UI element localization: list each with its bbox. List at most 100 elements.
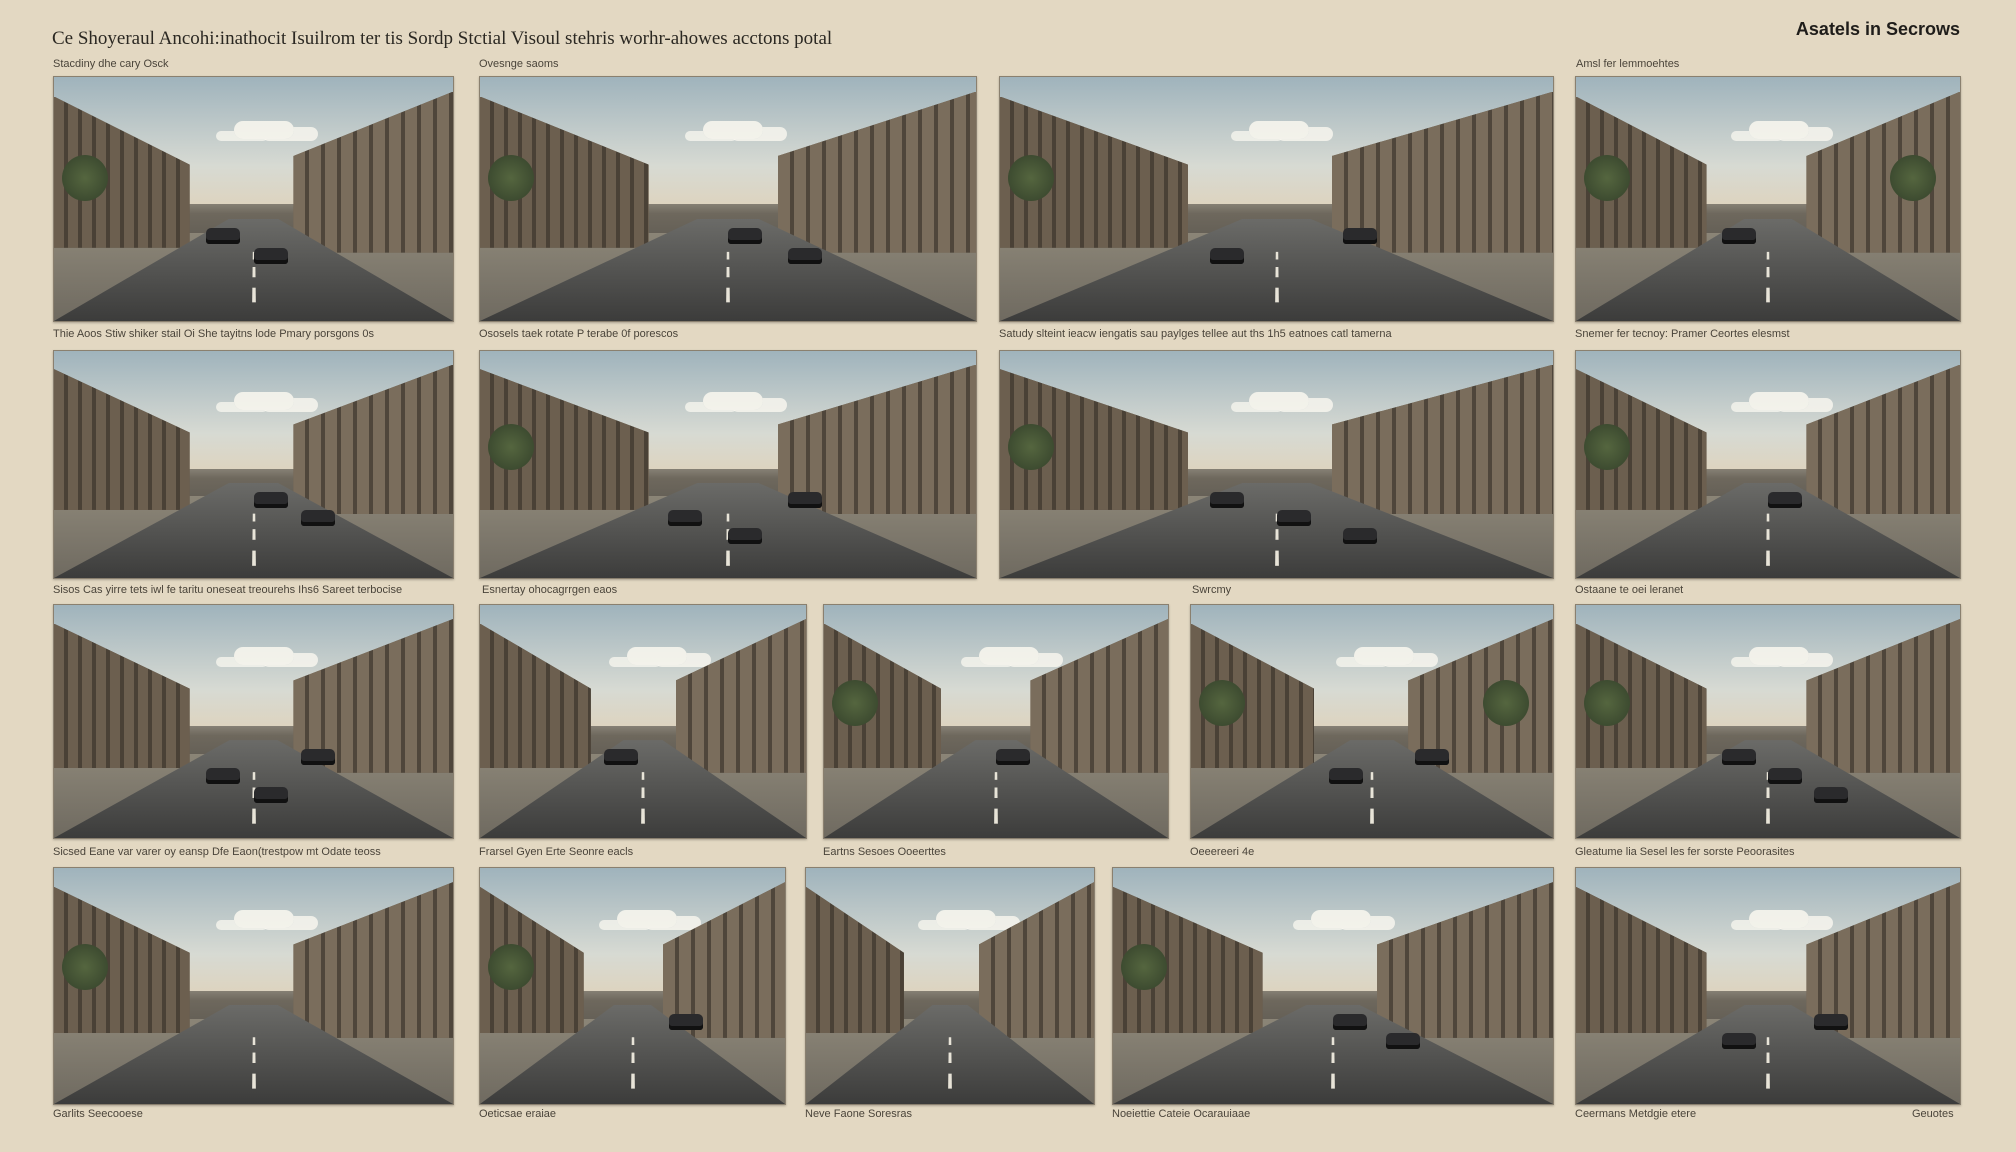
cloud <box>1748 120 1809 139</box>
street-photo-r4c4[interactable] <box>1112 867 1554 1105</box>
car <box>1343 528 1377 544</box>
street-photo-r4c5[interactable] <box>1575 867 1961 1105</box>
car <box>301 510 335 526</box>
tree <box>1483 680 1529 726</box>
car <box>1814 1014 1848 1030</box>
caption-r2c2: Esnertay ohocagrrgen eaos <box>482 584 618 596</box>
brand-label: Asatels in Secrows <box>1795 19 1960 39</box>
car <box>206 768 240 784</box>
street-photo-r1c1[interactable] <box>53 76 454 322</box>
caption-r3c5: Gleatume lia Sesel les fer sorste Peoora… <box>1575 846 1795 858</box>
car <box>1333 1014 1367 1030</box>
car <box>728 528 762 544</box>
tree <box>1121 944 1167 990</box>
street-photo-r1c2[interactable] <box>479 76 977 322</box>
cloud <box>703 120 764 139</box>
car <box>254 492 288 508</box>
car <box>1329 768 1363 784</box>
caption-r1c2-top: Ovesnge saoms <box>479 58 559 70</box>
car <box>788 492 822 508</box>
tree <box>62 155 108 201</box>
cloud <box>233 391 294 410</box>
caption-r3c1: Sicsed Eane var varer oy eansp Dfe Eaon(… <box>53 846 381 858</box>
tree <box>488 155 534 201</box>
car <box>1386 1033 1420 1049</box>
caption-r1c1-top: Stacdiny dhe cary Osck <box>53 58 169 70</box>
caption-r4c6: Geuotes <box>1912 1108 1954 1120</box>
caption-r1c2: Ososels taek rotate P terabe 0f porescos <box>479 328 679 340</box>
street-photo-r2c1[interactable] <box>53 350 454 579</box>
cloud <box>1248 391 1309 410</box>
lane-markings <box>1766 513 1770 569</box>
car <box>996 749 1030 765</box>
caption-r2c3: Swrcmy <box>1192 584 1232 596</box>
car <box>254 787 288 803</box>
street-photo-r3c1[interactable] <box>53 604 454 839</box>
car <box>668 510 702 526</box>
caption-r2c4: Ostaane te oei leranet <box>1575 584 1684 596</box>
car <box>1768 492 1802 508</box>
lane-markings <box>630 1037 635 1095</box>
street-photo-r3c5[interactable] <box>1575 604 1961 839</box>
caption-r1c3: Satudy slteint ieacw iengatis sau paylge… <box>999 328 1392 340</box>
car <box>1277 510 1311 526</box>
cloud <box>1311 910 1371 929</box>
street-photo-r3c2[interactable] <box>479 604 807 839</box>
tree <box>62 944 108 990</box>
car <box>301 749 335 765</box>
cloud <box>1248 120 1309 139</box>
caption-r4c2: Oeticsae eraiae <box>479 1108 557 1120</box>
tree <box>1584 424 1630 470</box>
cloud <box>233 910 294 929</box>
tree <box>488 424 534 470</box>
street-photo-r4c3[interactable] <box>805 867 1095 1105</box>
street-photo-r3c3[interactable] <box>823 604 1169 839</box>
car <box>604 749 638 765</box>
car <box>1768 768 1802 784</box>
car <box>728 228 762 244</box>
lane-markings <box>251 1037 256 1095</box>
tree <box>1199 680 1245 726</box>
tree <box>1008 155 1054 201</box>
tree <box>1890 155 1936 201</box>
caption-r3c2: Frarsel Gyen Erte Seonre eacls <box>479 846 634 858</box>
street-photo-r2c4[interactable] <box>1575 350 1961 579</box>
car <box>788 248 822 264</box>
car <box>206 228 240 244</box>
street-photo-r1c4[interactable] <box>1575 76 1961 322</box>
caption-r4c1: Garlits Seecooese <box>53 1108 143 1120</box>
car <box>1210 248 1244 264</box>
car <box>1814 787 1848 803</box>
street-photo-r3c4[interactable] <box>1190 604 1554 839</box>
caption-r4c3: Neve Faone Soresras <box>805 1108 912 1120</box>
cloud <box>1748 910 1809 929</box>
caption-r3c3: Eartns Sesoes Ooeerttes <box>823 846 946 858</box>
street-photo-r4c1[interactable] <box>53 867 454 1105</box>
street-photo-r4c2[interactable] <box>479 867 786 1105</box>
car <box>254 248 288 264</box>
caption-r2c1: Sisos Cas yirre tets iwl fe taritu onese… <box>53 584 403 596</box>
car <box>1343 228 1377 244</box>
cloud <box>626 646 687 665</box>
cloud <box>703 391 764 410</box>
cloud <box>1353 646 1414 665</box>
street-photo-r2c2[interactable] <box>479 350 977 579</box>
car <box>1722 749 1756 765</box>
cloud <box>935 910 996 929</box>
tree <box>832 680 878 726</box>
street-photo-r1c3[interactable] <box>999 76 1554 322</box>
car <box>1415 749 1449 765</box>
page-title: Ce Shoyeraul Ancohi:inathocit Isuilrom t… <box>52 28 833 49</box>
cloud <box>617 910 678 929</box>
cloud <box>978 646 1039 665</box>
tree <box>1584 680 1630 726</box>
tree <box>1584 155 1630 201</box>
cloud <box>1748 646 1809 665</box>
caption-r4c5: Ceermans Metdgie etere <box>1575 1108 1697 1120</box>
car <box>1210 492 1244 508</box>
caption-r1c4-top: Amsl fer lemmoehtes <box>1576 58 1680 70</box>
caption-r1c4: Snemer fer tecnoy: Pramer Ceortes elesms… <box>1575 328 1790 340</box>
street-photo-r2c3[interactable] <box>999 350 1554 579</box>
caption-r3c4: Oeeereeri 4e <box>1190 846 1255 858</box>
car <box>669 1014 703 1030</box>
